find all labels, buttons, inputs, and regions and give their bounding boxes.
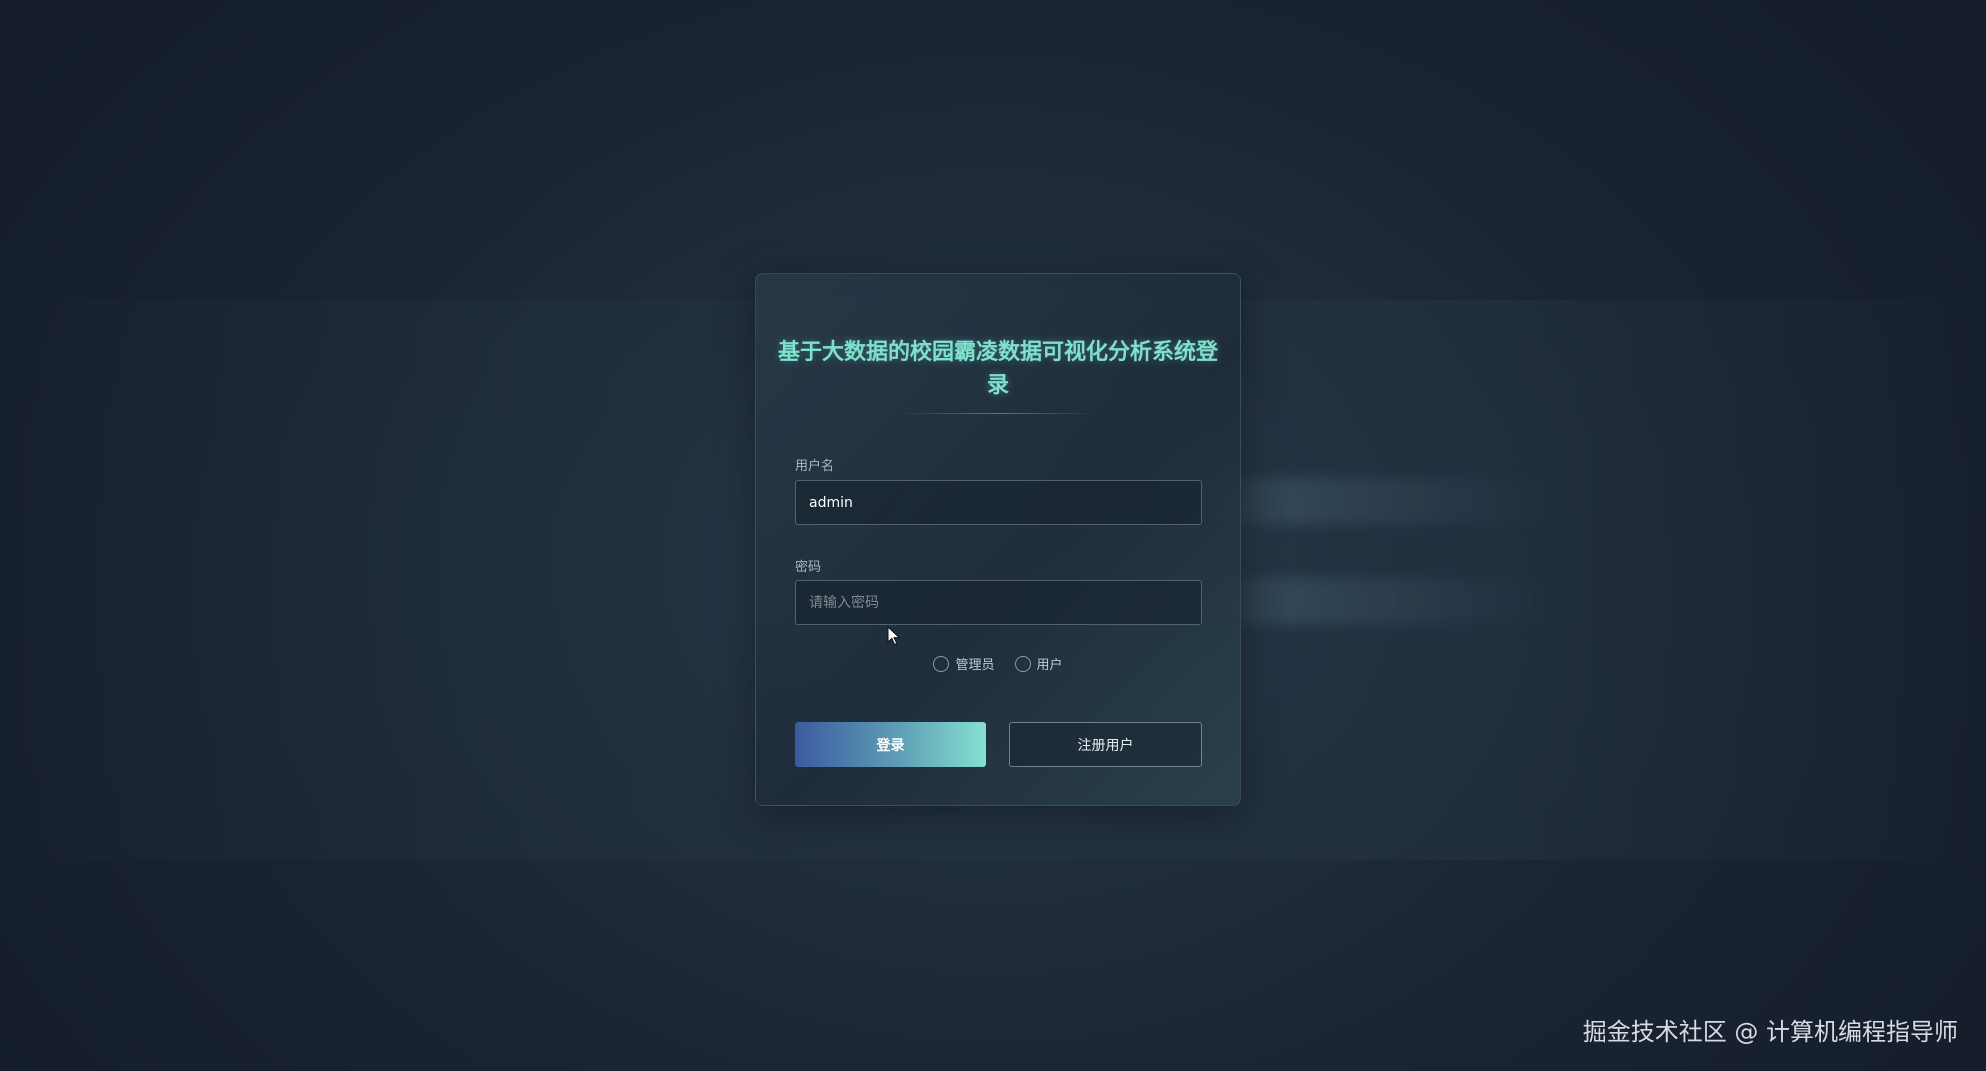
login-card: 基于大数据的校园霸凌数据可视化分析系统登录 用户名 密码 管理员 用户 登录 注… — [755, 273, 1241, 806]
username-input[interactable] — [795, 480, 1202, 525]
password-label: 密码 — [795, 560, 822, 575]
role-option-user[interactable]: 用户 — [1014, 654, 1063, 673]
radio-button[interactable] — [933, 655, 950, 672]
role-option-label: 用户 — [1036, 658, 1063, 673]
login-button[interactable]: 登录 — [795, 722, 986, 767]
register-button[interactable]: 注册用户 — [1009, 722, 1202, 767]
watermark-text: 掘金技术社区 @ 计算机编程指导师 — [1582, 1018, 1958, 1046]
background-streak — [1200, 578, 1560, 624]
role-option-label: 管理员 — [955, 658, 995, 673]
role-radio-group: 管理员 用户 — [756, 654, 1240, 673]
mouse-pointer-icon — [887, 626, 901, 646]
background-streak — [1200, 478, 1560, 524]
page-title: 基于大数据的校园霸凌数据可视化分析系统登录 — [777, 340, 1218, 398]
username-label: 用户名 — [795, 459, 835, 474]
role-option-admin[interactable]: 管理员 — [933, 654, 995, 673]
title-divider — [899, 413, 1099, 414]
password-input[interactable] — [795, 580, 1202, 625]
radio-button[interactable] — [1014, 655, 1031, 672]
